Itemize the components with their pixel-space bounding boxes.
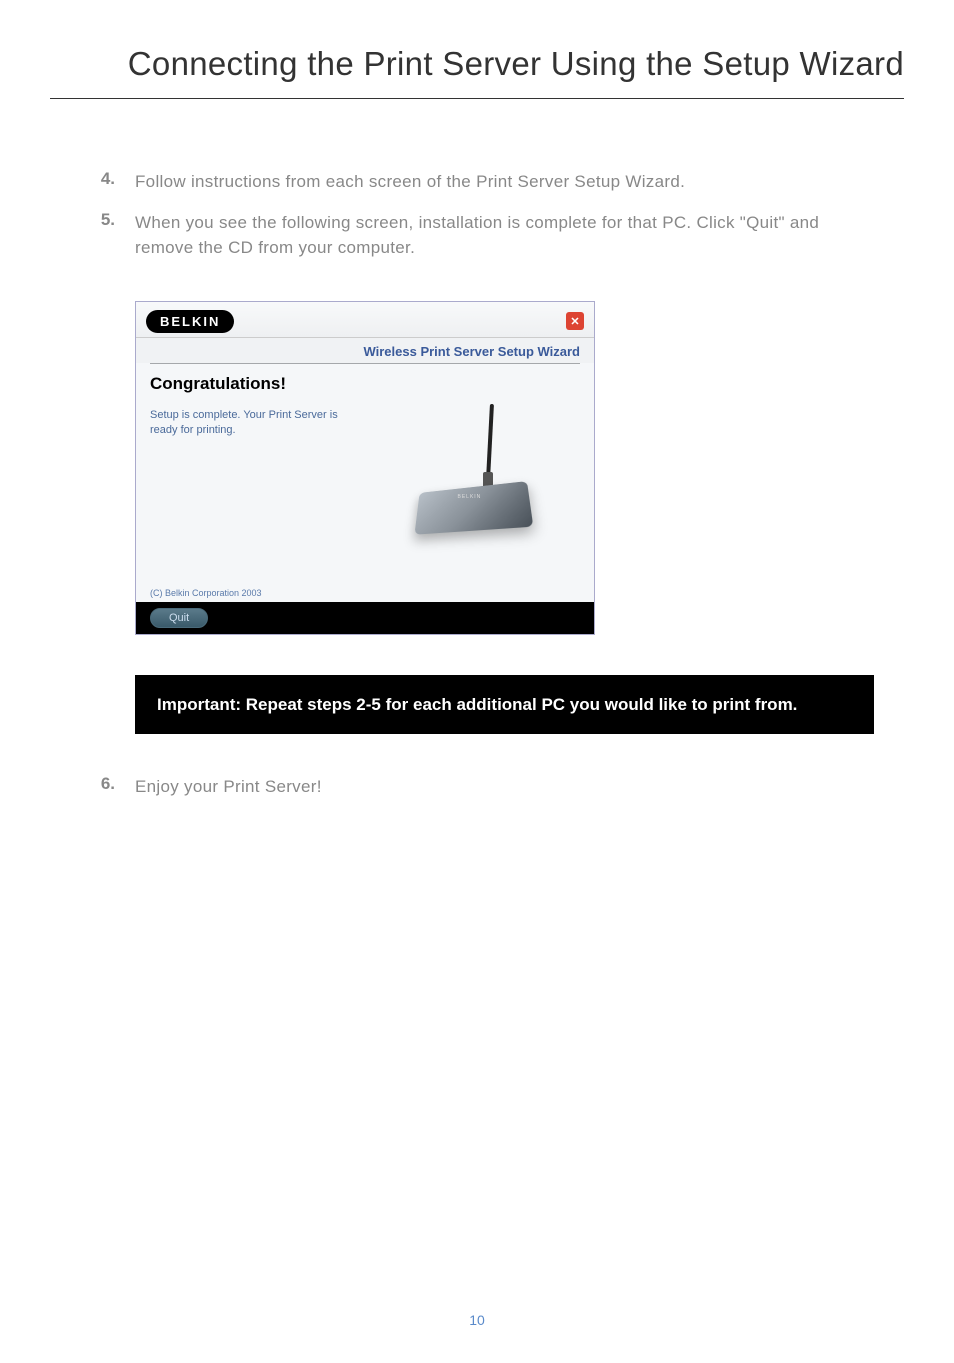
step-4-text: Follow instructions from each screen of …	[135, 169, 685, 195]
congrats-heading: Congratulations!	[150, 374, 365, 394]
wizard-left-panel: Congratulations! Setup is complete. Your…	[150, 374, 365, 564]
copyright-text: (C) Belkin Corporation 2003	[136, 584, 594, 602]
wizard-subtitle: Wireless Print Server Setup Wizard	[136, 338, 594, 363]
belkin-logo: BELKIN	[146, 310, 234, 333]
important-text: Important: Repeat steps 2-5 for each add…	[157, 695, 797, 714]
wizard-right-panel: BELKIN	[365, 374, 580, 564]
step-5: 5. When you see the following screen, in…	[80, 210, 874, 261]
step-4: 4. Follow instructions from each screen …	[80, 169, 874, 195]
wizard-body: Congratulations! Setup is complete. Your…	[136, 364, 594, 584]
device-image: BELKIN	[403, 404, 543, 544]
close-icon[interactable]: ✕	[566, 312, 584, 330]
important-note: Important: Repeat steps 2-5 for each add…	[135, 675, 874, 735]
step-6-text: Enjoy your Print Server!	[135, 774, 322, 800]
device-label: BELKIN	[458, 494, 482, 500]
quit-button[interactable]: Quit	[150, 608, 208, 628]
page-title: Connecting the Print Server Using the Se…	[50, 0, 904, 99]
wizard-header: BELKIN ✕	[136, 302, 594, 338]
page-number: 10	[469, 1312, 485, 1328]
wizard-window: BELKIN ✕ Wireless Print Server Setup Wiz…	[135, 301, 595, 635]
wizard-footer: Quit	[136, 602, 594, 634]
step-5-text: When you see the following screen, insta…	[135, 210, 874, 261]
setup-complete-text: Setup is complete. Your Print Server is …	[150, 408, 365, 439]
content-area: 4. Follow instructions from each screen …	[0, 99, 954, 800]
step-4-number: 4.	[80, 169, 135, 195]
step-6: 6. Enjoy your Print Server!	[80, 774, 874, 800]
wizard-screenshot: BELKIN ✕ Wireless Print Server Setup Wiz…	[135, 301, 874, 635]
antenna-icon	[486, 403, 494, 478]
step-6-number: 6.	[80, 774, 135, 800]
device-body-icon	[414, 481, 533, 535]
step-5-number: 5.	[80, 210, 135, 261]
